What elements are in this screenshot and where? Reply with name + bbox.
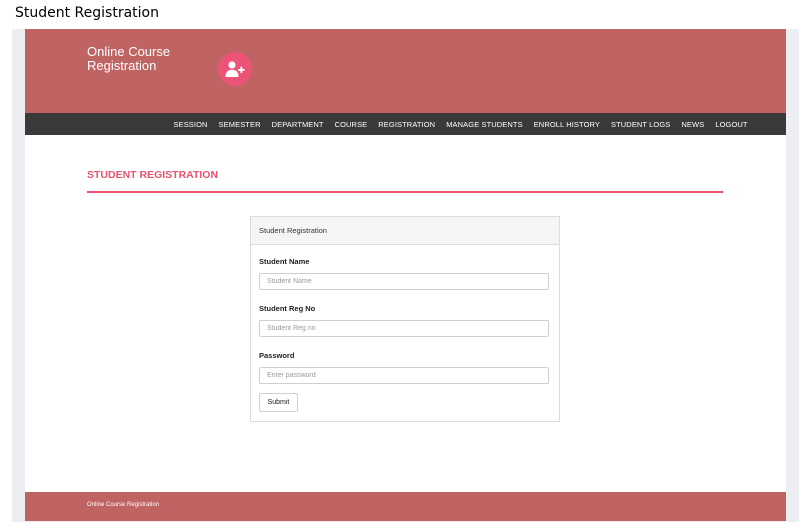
footer-text: Online Course Registration [87, 502, 160, 508]
user-plus-icon [218, 52, 252, 86]
main-navigation: SESSION SEMESTER DEPARTMENT COURSE REGIS… [25, 113, 786, 135]
nav-item-enroll-history[interactable]: ENROLL HISTORY [528, 120, 605, 129]
title-divider [87, 191, 723, 193]
nav-item-news[interactable]: NEWS [676, 120, 710, 129]
document-caption: Student Registration [15, 5, 159, 21]
site-footer: Online Course Registration [25, 492, 786, 521]
brand-line-2: Registration [87, 58, 157, 73]
site-brand[interactable]: Online Course Registration [87, 45, 217, 73]
page-title: STUDENT REGISTRATION [87, 169, 219, 181]
student-name-label: Student Name [259, 257, 310, 266]
nav-list: SESSION SEMESTER DEPARTMENT COURSE REGIS… [168, 113, 753, 135]
nav-item-session[interactable]: SESSION [168, 120, 213, 129]
brand-line-1: Online Course [87, 44, 171, 59]
student-reg-no-input[interactable] [259, 320, 549, 337]
nav-item-department[interactable]: DEPARTMENT [266, 120, 329, 129]
student-name-input[interactable] [259, 273, 549, 290]
password-label: Password [259, 351, 295, 360]
submit-button[interactable]: Submit [259, 393, 298, 412]
nav-item-semester[interactable]: SEMESTER [213, 120, 266, 129]
password-input[interactable] [259, 367, 549, 384]
page: Online Course Registration SESSION SEMES… [25, 29, 786, 521]
student-reg-no-label: Student Reg No [259, 304, 316, 313]
nav-item-logout[interactable]: LOGOUT [710, 120, 753, 129]
nav-item-registration[interactable]: REGISTRATION [373, 120, 441, 129]
site-header: Online Course Registration [25, 29, 786, 113]
registration-panel: Student Registration Student Name Studen… [250, 216, 560, 422]
nav-item-course[interactable]: COURSE [329, 120, 373, 129]
nav-item-student-logs[interactable]: STUDENT LOGS [606, 120, 676, 129]
nav-item-manage-students[interactable]: MANAGE STUDENTS [441, 120, 529, 129]
panel-heading: Student Registration [251, 217, 559, 245]
